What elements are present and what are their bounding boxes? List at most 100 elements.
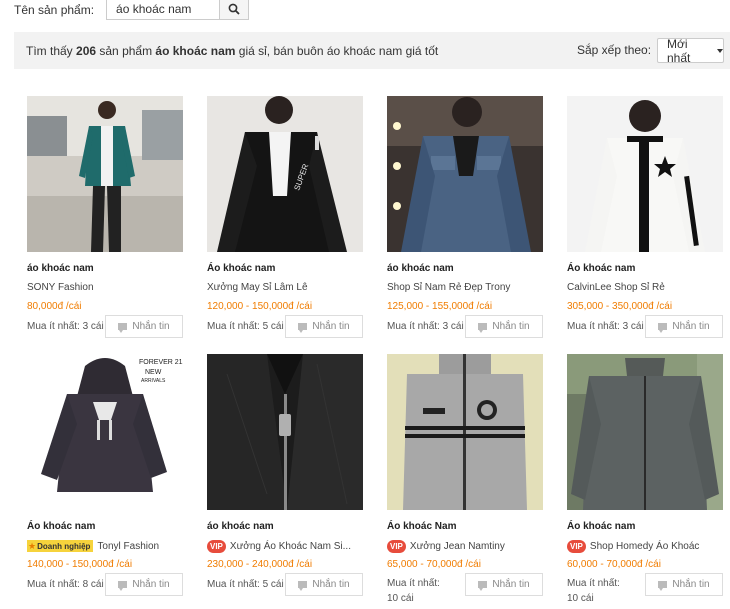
product-card[interactable]: áo khoác nam Shop Sỉ Nam Rẻ Đẹp Trony 12… [387, 96, 547, 338]
product-image[interactable] [567, 96, 723, 252]
message-label: Nhắn tin [492, 321, 530, 332]
message-button[interactable]: Nhắn tin [105, 315, 183, 338]
shop-label[interactable]: Xưởng Áo Khoác Nam Si... [230, 541, 351, 552]
caret-down-icon [717, 48, 723, 53]
product-price: 125,000 - 155,000đ /cái [387, 301, 492, 312]
message-button[interactable]: Nhắn tin [645, 573, 723, 596]
search-button[interactable] [219, 0, 249, 19]
shop-name[interactable]: SONY Fashion [27, 282, 94, 293]
product-title[interactable]: áo khoác nam [27, 263, 94, 274]
product-image[interactable]: SUPER [207, 96, 363, 252]
product-image[interactable]: FOREVER 21 NEW ARRIVALS [27, 354, 183, 510]
product-title[interactable]: Áo khoác nam [567, 263, 635, 274]
product-image[interactable] [567, 354, 723, 510]
search-icon [228, 3, 240, 15]
svg-text:ARRIVALS: ARRIVALS [141, 378, 166, 384]
shop-name[interactable]: Shop Sỉ Nam Rẻ Đẹp Trony [387, 282, 510, 293]
product-image[interactable] [27, 96, 183, 252]
product-title[interactable]: Áo khoác nam [567, 521, 635, 532]
chat-icon [658, 581, 668, 591]
product-photo: SUPER [207, 96, 363, 252]
product-card[interactable]: FOREVER 21 NEW ARRIVALS Áo khoác nam ★ Do… [27, 354, 187, 596]
product-card[interactable]: áo khoác nam SONY Fashion 80,000đ /cái M… [27, 96, 187, 338]
svg-text:NEW: NEW [145, 369, 162, 376]
min-order: Mua ít nhất: 3 cái [567, 321, 644, 332]
vip-badge: VIP [567, 540, 586, 553]
sort-selected: Mới nhất [667, 36, 691, 65]
sort-label: Sắp xếp theo: [577, 43, 652, 57]
shop-label[interactable]: CalvinLee Shop Sỉ Rẻ [567, 282, 665, 293]
product-card[interactable]: áo khoác nam VIP Xưởng Áo Khoác Nam Si...… [207, 354, 367, 596]
result-prefix: Tìm thấy [26, 43, 77, 58]
min-order: Mua ít nhất: 3 cái [387, 321, 464, 332]
message-button[interactable]: Nhắn tin [105, 573, 183, 596]
min-order: Mua ít nhất: 8 cái [27, 579, 104, 590]
result-bar: Tìm thấy 206 sản phẩm áo khoác nam giá s… [14, 32, 730, 69]
product-card[interactable]: Áo khoác nam CalvinLee Shop Sỉ Rẻ 305,00… [567, 96, 727, 338]
price-value: 80,000đ [27, 301, 64, 312]
product-title[interactable]: Áo khoác Nam [387, 521, 456, 532]
product-price: 120,000 - 150,000đ /cái [207, 301, 312, 312]
product-title[interactable]: Áo khoác nam [207, 263, 275, 274]
price-value: 120,000 - 150,000đ [207, 301, 294, 312]
min-order: Mua ít nhất: 3 cái [27, 321, 104, 332]
chat-icon [118, 581, 128, 591]
price-unit: /cái [653, 301, 673, 312]
svg-text:FOREVER 21: FOREVER 21 [139, 359, 183, 366]
price-unit: /cái [293, 301, 313, 312]
shop-name[interactable]: VIP Xưởng Áo Khoác Nam Si... [207, 540, 351, 553]
price-unit: /cái [462, 559, 481, 570]
shop-label[interactable]: Xưởng May Sỉ Lâm Lê [207, 282, 308, 293]
business-badge: ★ Doanh nghiệp [27, 540, 94, 552]
shop-name[interactable]: Xưởng May Sỉ Lâm Lê [207, 282, 308, 293]
shop-name[interactable]: CalvinLee Shop Sỉ Rẻ [567, 282, 665, 293]
shop-label[interactable]: Tonyl Fashion [97, 541, 159, 552]
result-summary: Tìm thấy 206 sản phẩm áo khoác nam giá s… [26, 44, 438, 58]
shop-label[interactable]: Shop Homedy Áo Khoác [590, 541, 700, 552]
shop-name[interactable]: VIP Xưởng Jean Namtiny [387, 540, 505, 553]
star-icon: ★ [28, 540, 37, 551]
message-button[interactable]: Nhắn tin [465, 573, 543, 596]
sort-dropdown[interactable]: Mới nhất [657, 36, 724, 65]
chat-icon [478, 581, 488, 591]
vip-badge: VIP [387, 540, 406, 553]
product-photo [567, 354, 723, 510]
product-image[interactable] [387, 354, 543, 510]
product-photo [387, 354, 543, 510]
message-button[interactable]: Nhắn tin [285, 315, 363, 338]
message-button[interactable]: Nhắn tin [645, 315, 723, 338]
shop-label[interactable]: SONY Fashion [27, 282, 94, 293]
message-button[interactable]: Nhắn tin [465, 315, 543, 338]
min-order: Mua ít nhất: 5 cái [207, 321, 284, 332]
shop-name[interactable]: ★ Doanh nghiệp Tonyl Fashion [27, 540, 159, 552]
result-middle: sản phẩm [96, 43, 156, 58]
message-label: Nhắn tin [672, 579, 710, 590]
price-value: 65,000 - 70,000đ [387, 559, 463, 570]
business-badge-label: Doanh nghiệp [37, 541, 91, 551]
product-image[interactable] [387, 96, 543, 252]
shop-name[interactable]: VIP Shop Homedy Áo Khoác [567, 540, 699, 553]
product-card[interactable]: Áo khoác Nam VIP Xưởng Jean Namtiny 65,00… [387, 354, 547, 604]
search-row: Tên sản phẩm: [14, 0, 250, 20]
product-card[interactable]: SUPER Áo khoác nam Xưởng May Sỉ Lâm Lê 1… [207, 96, 367, 338]
product-price: 80,000đ /cái [27, 301, 82, 312]
message-label: Nhắn tin [492, 579, 530, 590]
search-input[interactable] [107, 0, 220, 19]
shop-label[interactable]: Xưởng Jean Namtiny [410, 541, 505, 552]
result-keyword: áo khoác nam [155, 43, 236, 58]
product-title[interactable]: áo khoác nam [207, 521, 274, 532]
min-order: Mua ít nhất: 10 cái [387, 578, 440, 604]
message-label: Nhắn tin [312, 579, 350, 590]
shop-label[interactable]: Shop Sỉ Nam Rẻ Đẹp Trony [387, 282, 510, 293]
search-label: Tên sản phẩm: [14, 3, 95, 17]
message-button[interactable]: Nhắn tin [285, 573, 363, 596]
product-image[interactable] [207, 354, 363, 510]
message-label: Nhắn tin [132, 579, 170, 590]
message-label: Nhắn tin [672, 321, 710, 332]
product-title[interactable]: Áo khoác nam [27, 521, 95, 532]
product-card[interactable]: Áo khoác nam VIP Shop Homedy Áo Khoác 60,… [567, 354, 727, 604]
product-photo [387, 96, 543, 252]
product-title[interactable]: áo khoác nam [387, 263, 454, 274]
product-photo [27, 96, 183, 252]
message-label: Nhắn tin [132, 321, 170, 332]
